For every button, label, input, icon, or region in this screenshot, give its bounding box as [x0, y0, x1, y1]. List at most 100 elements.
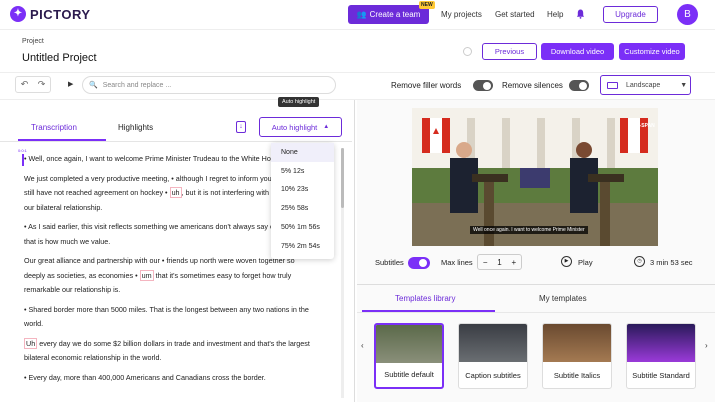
undo-icon[interactable]: ↶ — [21, 79, 29, 90]
chevron-left-icon[interactable]: ‹ — [361, 341, 364, 350]
filler-word-highlight[interactable]: uh — [169, 187, 182, 198]
transcript-line: • Every day, more than 400,000 Americans… — [24, 372, 266, 382]
previous-button[interactable]: Previous — [482, 43, 537, 60]
logo-mark-icon: ✦ — [10, 6, 26, 22]
transcript-line: bilateral economic relationship in the w… — [24, 353, 162, 362]
aspect-ratio-select[interactable]: Landscape ▼ — [600, 75, 691, 95]
remove-filler-toggle[interactable] — [473, 80, 493, 91]
create-team-label: Create a team — [369, 10, 421, 19]
chevron-down-icon: ▼ — [680, 81, 688, 89]
transcript-line: every day we do some $2 billion dollars … — [37, 338, 310, 348]
auto-highlight-tooltip: Auto highlight — [278, 97, 320, 107]
project-title[interactable]: Untitled Project — [22, 52, 97, 64]
template-thumbnail — [543, 324, 611, 362]
dropdown-option[interactable]: 75% 2m 54s — [271, 237, 334, 256]
logo-text: PICTORY — [30, 6, 91, 22]
download-transcript-icon[interactable]: ↓ — [236, 121, 246, 133]
increment-button[interactable]: + — [511, 258, 516, 267]
dropdown-option[interactable]: 25% 58s — [271, 199, 334, 218]
auto-highlight-dropdown: None 5% 12s 10% 23s 25% 58s 50% 1m 56s 7… — [271, 143, 334, 259]
transcript-line: deeply as societies, as economies • — [24, 270, 140, 280]
max-lines-stepper[interactable]: − 1 + — [477, 254, 522, 270]
nav-help[interactable]: Help — [547, 10, 563, 19]
remove-silences-label: Remove silences — [502, 81, 563, 90]
search-icon: 🔍 — [89, 82, 98, 89]
template-card-subtitle-default[interactable]: Subtitle default — [374, 323, 444, 389]
search-placeholder: Search and replace ... — [102, 81, 172, 89]
template-label: Subtitle default — [384, 370, 434, 379]
template-tab-divider — [357, 312, 715, 313]
chevron-right-icon[interactable]: › — [705, 341, 708, 350]
play-button[interactable]: Play — [578, 258, 593, 267]
tab-my-templates[interactable]: My templates — [539, 294, 587, 303]
scroll-thumb[interactable] — [341, 148, 344, 208]
max-lines-label: Max lines — [441, 258, 473, 267]
nav-my-projects[interactable]: My projects — [441, 10, 482, 19]
template-label: Caption subtitles — [465, 371, 521, 380]
transcript-line: , but it is not interfering with — [181, 188, 270, 197]
transcript-line: We just completed a very productive meet… — [24, 173, 297, 183]
filler-word-highlight[interactable]: Uh — [24, 337, 38, 349]
transcript-line: Our great alliance and partnership with … — [24, 256, 295, 265]
transcript-line: remarkable our relationship is. — [24, 285, 121, 294]
filler-word-highlight[interactable]: um — [139, 269, 154, 281]
template-label: Subtitle Italics — [553, 371, 601, 380]
transcript-line: still have not reached agreement on hock… — [24, 188, 170, 197]
transcript-line: • Well, once again, I want to welcome Pr… — [24, 154, 285, 163]
users-icon: 👥 — [356, 10, 367, 19]
template-card-caption-subtitles[interactable]: Caption subtitles — [458, 323, 528, 389]
transcript-line: our bilateral relationship. — [24, 202, 103, 212]
template-label: Subtitle Standard — [632, 371, 690, 380]
undo-redo-group: ↶ ↷ — [15, 76, 51, 93]
chevron-up-icon: ▲ — [323, 124, 330, 130]
max-lines-value: 1 — [497, 257, 502, 267]
template-thumbnail — [376, 325, 442, 363]
play-icon[interactable]: ▶ — [561, 256, 572, 267]
tab-transcription[interactable]: Transcription — [31, 123, 77, 132]
video-watermark: C-SPAN — [636, 123, 655, 129]
template-card-subtitle-italics[interactable]: Subtitle Italics — [542, 323, 612, 389]
tab-templates-library[interactable]: Templates library — [395, 294, 455, 303]
transcript-line: that is how much we value. — [24, 236, 111, 246]
transcript-paragraph[interactable]: • Every day, more than 400,000 Americans… — [24, 371, 324, 386]
template-thumbnail — [459, 324, 527, 362]
controls-divider — [357, 284, 715, 285]
status-circle-icon — [463, 47, 472, 56]
tab-divider — [0, 141, 352, 142]
transcript-line: • As I said earlier, this visit reflects… — [24, 222, 296, 231]
dropdown-option[interactable]: 50% 1m 56s — [271, 218, 334, 237]
dropdown-option[interactable]: 10% 23s — [271, 181, 334, 200]
template-card-subtitle-standard[interactable]: Subtitle Standard — [626, 323, 696, 389]
remove-filler-label: Remove filler words — [391, 81, 462, 90]
transcript-line: • Shared border more than 5000 miles. Th… — [24, 304, 309, 314]
decrement-button[interactable]: − — [483, 258, 488, 267]
transcript-paragraph[interactable]: Our great alliance and partnership with … — [24, 254, 324, 298]
transcript-line: world. — [24, 319, 44, 328]
dropdown-option[interactable]: 5% 12s — [271, 162, 334, 181]
new-badge: NEW — [419, 1, 435, 9]
expand-arrow-icon[interactable]: ▶ — [68, 80, 73, 88]
transcript-paragraph[interactable]: • Shared border more than 5000 miles. Th… — [24, 303, 324, 332]
download-video-button[interactable]: Download video — [541, 43, 614, 60]
redo-icon[interactable]: ↷ — [38, 79, 46, 90]
upgrade-button[interactable]: Upgrade — [603, 6, 658, 23]
bell-icon[interactable] — [576, 9, 585, 19]
video-duration: 3 min 53 sec — [650, 258, 693, 267]
avatar[interactable]: B — [677, 4, 698, 25]
subtitle-caption: Well once again. I want to welcome Prime… — [470, 226, 588, 234]
dropdown-option[interactable]: None — [271, 143, 334, 162]
project-label: Project — [22, 38, 44, 45]
transcript-paragraph[interactable]: Uh every day we do some $2 billion dolla… — [24, 337, 324, 366]
create-team-button[interactable]: 👥 Create a team — [348, 5, 429, 24]
template-thumbnail — [627, 324, 695, 362]
tab-highlights[interactable]: Highlights — [118, 123, 153, 132]
remove-silences-toggle[interactable] — [569, 80, 589, 91]
customize-video-button[interactable]: Customize video — [619, 43, 685, 60]
subtitles-toggle[interactable] — [408, 257, 430, 269]
nav-get-started[interactable]: Get started — [495, 10, 535, 19]
auto-highlight-label: Auto highlight — [271, 122, 318, 132]
pictory-logo[interactable]: ✦ PICTORY — [10, 6, 91, 22]
search-input[interactable]: 🔍 Search and replace ... — [82, 76, 336, 94]
landscape-icon — [607, 81, 618, 89]
auto-highlight-button[interactable]: Auto highlight ▲ — [259, 117, 342, 137]
